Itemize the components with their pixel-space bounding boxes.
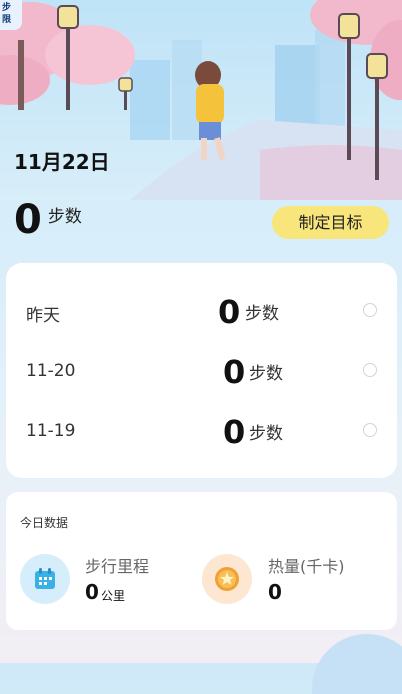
history-row-unit: 步数 — [245, 304, 279, 324]
history-row-unit: 步数 — [249, 424, 283, 444]
history-row-steps: 0 — [223, 353, 246, 391]
history-row[interactable]: 11-20 0 步数 — [6, 351, 397, 391]
badge-line-1: 步 — [2, 3, 12, 13]
history-row-steps: 0 — [223, 413, 246, 451]
set-goal-button[interactable]: 制定目标 — [272, 206, 389, 239]
calendar-icon — [20, 554, 70, 604]
radio-circle-icon[interactable] — [363, 303, 377, 317]
history-row[interactable]: 昨天 0 步数 — [6, 291, 397, 331]
current-date: 11月22日 — [14, 150, 110, 174]
history-row-label: 昨天 — [26, 306, 60, 326]
badge-line-2: 限 — [2, 15, 12, 25]
history-row-label: 11-19 — [26, 421, 76, 441]
star-coin-icon — [202, 554, 252, 604]
decorative-shape — [312, 634, 402, 694]
history-row-label: 11-20 — [26, 361, 76, 381]
distance-unit: 公里 — [101, 589, 126, 603]
distance-value: 0 — [85, 580, 99, 604]
today-steps-unit: 步数 — [47, 207, 82, 227]
radio-circle-icon[interactable] — [363, 363, 377, 377]
radio-circle-icon[interactable] — [363, 423, 377, 437]
distance-label: 步行里程 — [85, 557, 150, 576]
calories-label: 热量(千卡) — [268, 557, 345, 576]
stats-title: 今日数据 — [20, 516, 69, 530]
today-stats-card: 今日数据 步行里程 0 公里 热量(千卡) 0 — [6, 492, 397, 630]
history-row[interactable]: 11-19 0 步数 — [6, 411, 397, 451]
today-steps: 0 步数 — [14, 196, 82, 244]
history-row-steps: 0 — [218, 293, 241, 331]
history-row-unit: 步数 — [249, 364, 283, 384]
step-history-card: 昨天 0 步数 11-20 0 步数 11-19 0 步数 — [6, 263, 397, 478]
calories-value: 0 — [268, 580, 282, 604]
today-steps-value: 0 — [14, 197, 42, 243]
promo-badge[interactable]: 步 限 — [0, 0, 22, 30]
